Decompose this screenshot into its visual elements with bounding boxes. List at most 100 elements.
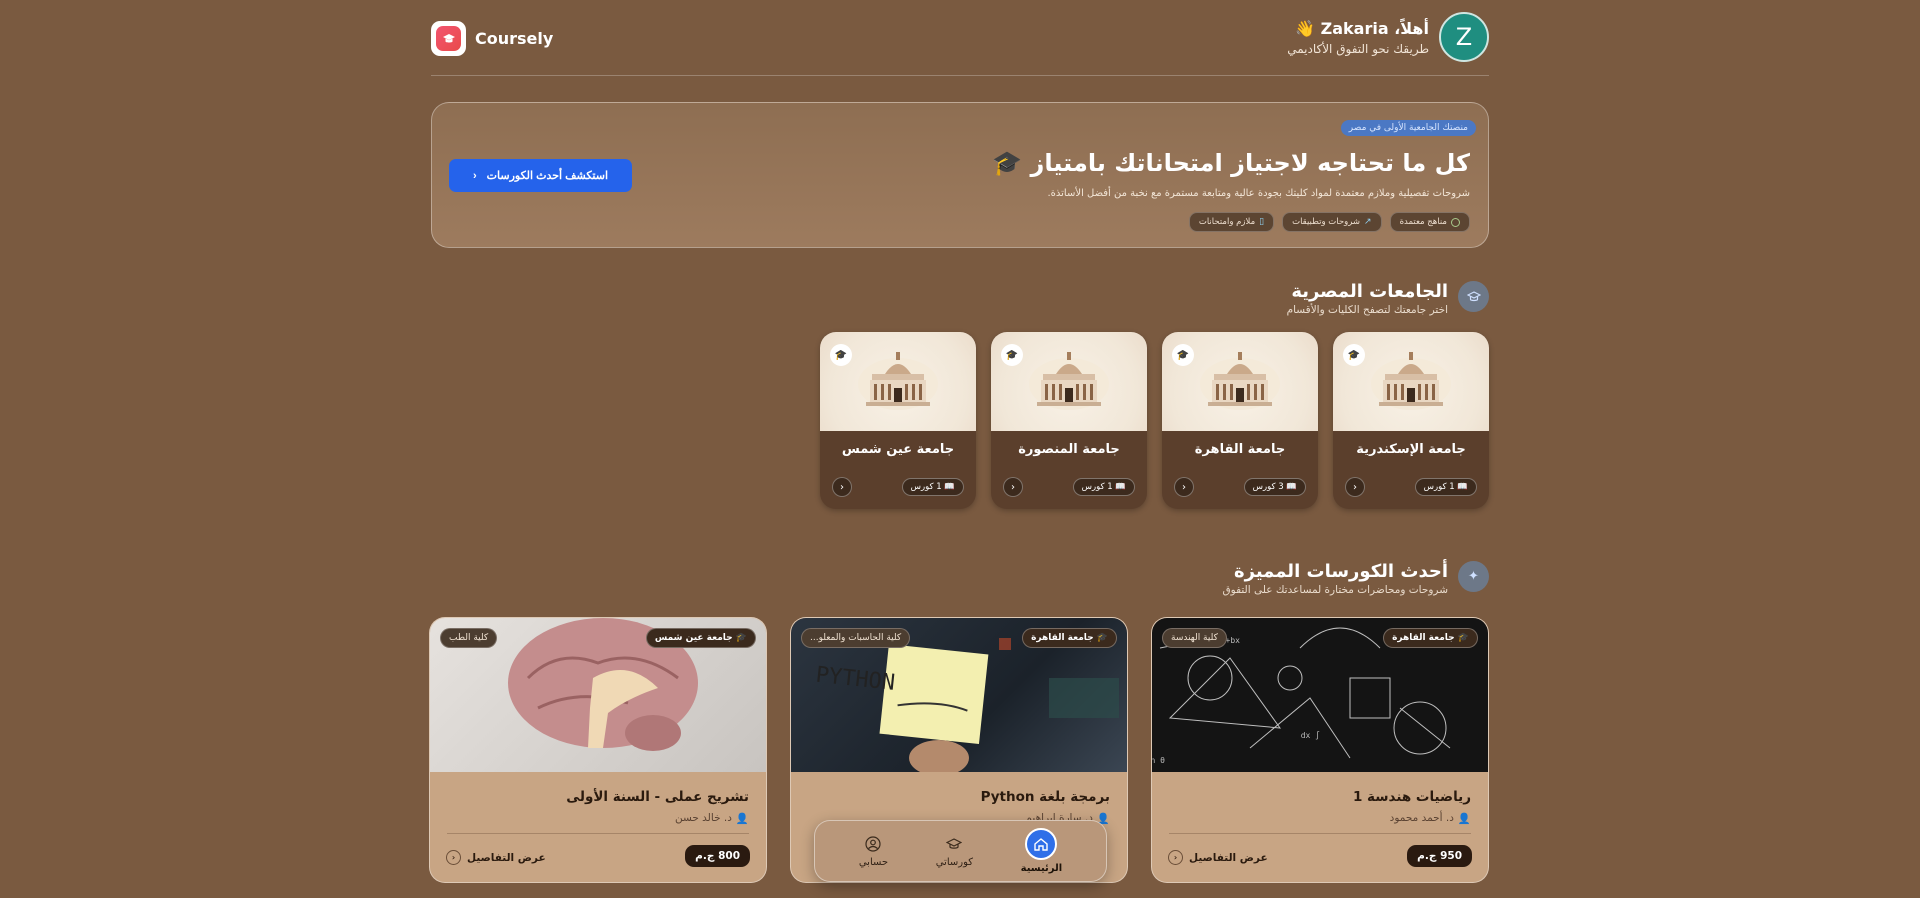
faculty-badge: كلية الحاسبات والمعلو... — [801, 628, 911, 648]
svg-text:∫ dx: ∫ dx — [1301, 731, 1320, 740]
avatar[interactable]: Z — [1439, 12, 1489, 62]
graduation-cap-icon — [436, 26, 461, 51]
course-card[interactable]: f(x)=ax²+bx∫ dxsin θ 🎓 جامعة القاهرة كلي… — [1151, 617, 1489, 883]
chevron-left-icon[interactable]: ‹ — [1003, 477, 1023, 497]
sparkles-icon: ✦ — [1458, 561, 1489, 592]
course-count: 1 كورس — [1423, 482, 1455, 492]
graduation-cap-icon: 🎓 — [1001, 344, 1023, 366]
chevron-left-icon: ‹ — [446, 850, 461, 865]
chevron-left-icon[interactable]: ‹ — [1345, 477, 1365, 497]
chevron-left-icon[interactable]: ‹ — [1174, 477, 1194, 497]
instructor-name: د. أحمد محمود — [1389, 812, 1454, 824]
course-price: 800 ج.م — [685, 845, 750, 867]
course-title: تشريح عملى - السنة الأولى — [566, 789, 749, 805]
user-tagline: طريقك نحو التفوق الأكاديمي — [1287, 41, 1429, 56]
courses-header: ✦ أحدث الكورسات المميزة شروحات ومحاضرات … — [1222, 561, 1489, 596]
graduation-cap-icon: 🎓 — [830, 344, 852, 366]
university-card[interactable]: 🎓 جامعة القاهرة 📖 3 كورس ‹ — [1162, 332, 1318, 509]
user-circle-icon — [863, 834, 883, 854]
nav-my-courses[interactable]: كورساتي — [936, 834, 973, 868]
university-name: جامعة عين شمس — [841, 442, 955, 457]
course-image: PYTHON 🎓 جامعة القاهرة كلية الحاسبات وال… — [791, 618, 1127, 772]
hero-banner: منصتك الجامعية الأولى في مصر كل ما تحتاج… — [431, 102, 1489, 248]
view-details-link[interactable]: عرض التفاصيل ‹ — [446, 850, 546, 865]
document-icon: ▯ — [1259, 217, 1265, 227]
instructor-name: د. خالد حسن — [674, 812, 732, 824]
hero-tags: مناهج معتمدة ↗ شروحات وتطبيقات ▯ ملازم وام… — [1188, 212, 1470, 232]
course-instructor: 👤 د. أحمد محمود — [1390, 812, 1471, 825]
chevron-left-icon: ‹ — [472, 169, 477, 182]
user-profile[interactable]: Z أهلاً، Zakaria 👋 طريقك نحو التفوق الأك… — [1287, 12, 1489, 62]
brand[interactable]: Coursely — [431, 21, 553, 56]
university-card[interactable]: 🎓 جامعة عين شمس 📖 1 كورس ‹ — [820, 332, 976, 509]
university-image: 🎓 — [820, 332, 976, 431]
university-card[interactable]: 🎓 جامعة المنصورة 📖 1 كورس ‹ — [991, 332, 1147, 509]
nav-home-label: الرئيسية — [1020, 863, 1063, 874]
brand-logo — [431, 21, 466, 56]
graduation-cap-icon: 🎓 — [732, 633, 747, 643]
course-image: 🎓 جامعة عين شمس كلية الطب — [430, 618, 766, 772]
user-text: أهلاً، Zakaria 👋 طريقك نحو التفوق الأكاد… — [1287, 19, 1429, 56]
book-icon: 📖 — [1283, 482, 1297, 492]
university-card[interactable]: 🎓 جامعة الإسكندرية 📖 1 كورس ‹ — [1333, 332, 1489, 509]
user-icon: 👤 — [1457, 813, 1471, 825]
faculty-badge: كلية الهندسة — [1162, 628, 1227, 648]
user-icon: 👤 — [735, 813, 749, 825]
book-icon: 📖 — [1454, 482, 1468, 492]
header-divider — [431, 75, 1489, 76]
courses-subtitle: شروحات ومحاضرات مختارة لمساعدتك على التف… — [1222, 584, 1449, 596]
hero-tag-label: مناهج معتمدة — [1399, 217, 1447, 227]
hero-badge: منصتك الجامعية الأولى في مصر — [1340, 120, 1476, 136]
trend-icon: ↗ — [1364, 217, 1372, 227]
university-badge-label: جامعة عين شمس — [654, 633, 733, 643]
hero-subtitle: شروحات تفصيلية وملازم معتمدة لمواد كليتك… — [1047, 188, 1470, 199]
course-count-badge: 📖 3 كورس — [1243, 478, 1306, 496]
svg-text:sin θ: sin θ — [1152, 756, 1165, 765]
brand-name: Coursely — [475, 29, 554, 48]
divider — [447, 833, 749, 834]
svg-text:PYTHON: PYTHON — [814, 663, 896, 696]
view-details-link[interactable]: عرض التفاصيل ‹ — [1168, 850, 1268, 865]
course-image: f(x)=ax²+bx∫ dxsin θ 🎓 جامعة القاهرة كلي… — [1152, 618, 1488, 772]
course-count-badge: 📖 1 كورس — [901, 478, 964, 496]
user-greeting: أهلاً، Zakaria 👋 — [1295, 18, 1429, 38]
nav-home[interactable]: الرئيسية — [1020, 828, 1063, 874]
university-image: 🎓 — [1333, 332, 1489, 431]
graduation-cap-icon: 🎓 — [1343, 344, 1365, 366]
graduation-cap-icon: 🎓 — [1093, 633, 1108, 643]
university-badge: 🎓 جامعة القاهرة — [1383, 628, 1478, 648]
course-title: برمجة بلغة Python — [980, 789, 1110, 805]
graduation-cap-icon: 🎓 — [1454, 633, 1469, 643]
divider — [1169, 833, 1471, 834]
hero-tag-label: شروحات وتطبيقات — [1292, 217, 1361, 227]
university-name: جامعة المنصورة — [1018, 442, 1120, 457]
explore-courses-label: استكشف أحدث الكورسات — [486, 170, 609, 182]
university-name: جامعة الإسكندرية — [1356, 442, 1466, 457]
hero-title: كل ما تحتاجه لاجتياز امتحاناتك بامتياز 🎓 — [992, 149, 1470, 177]
universities-subtitle: اختر جامعتك لتصفح الكليات والأقسام — [1286, 304, 1448, 316]
university-image: 🎓 — [1162, 332, 1318, 431]
book-icon: 📖 — [941, 482, 955, 492]
chevron-left-icon[interactable]: ‹ — [832, 477, 852, 497]
nav-account[interactable]: حسابي — [859, 834, 888, 868]
header: Coursely Z أهلاً، Zakaria 👋 طريقك نحو ال… — [431, 12, 1489, 66]
course-count: 3 كورس — [1252, 482, 1284, 492]
chevron-left-icon: ‹ — [1168, 850, 1183, 865]
university-badge-label: جامعة القاهرة — [1031, 633, 1094, 643]
nav-my-courses-label: كورساتي — [935, 857, 974, 868]
course-count-badge: 📖 1 كورس — [1414, 478, 1477, 496]
university-badge: 🎓 جامعة القاهرة — [1022, 628, 1117, 648]
graduation-cap-icon: 🎓 — [1172, 344, 1194, 366]
university-badge: 🎓 جامعة عين شمس — [645, 628, 756, 648]
nav-account-label: حسابي — [858, 857, 889, 868]
course-count-badge: 📖 1 كورس — [1072, 478, 1135, 496]
hero-tag: ▯ ملازم وامتحانات — [1188, 212, 1275, 232]
faculty-badge: كلية الطب — [440, 628, 498, 648]
explore-courses-button[interactable]: استكشف أحدث الكورسات ‹ — [449, 159, 632, 192]
view-details-label: عرض التفاصيل — [1189, 851, 1268, 864]
course-instructor: 👤 د. خالد حسن — [675, 812, 749, 825]
course-card[interactable]: 🎓 جامعة عين شمس كلية الطب تشريح عملى - ا… — [429, 617, 767, 883]
hero-tag: ↗ شروحات وتطبيقات — [1282, 212, 1382, 232]
course-count: 1 كورس — [910, 482, 942, 492]
graduation-cap-icon — [1458, 281, 1489, 312]
